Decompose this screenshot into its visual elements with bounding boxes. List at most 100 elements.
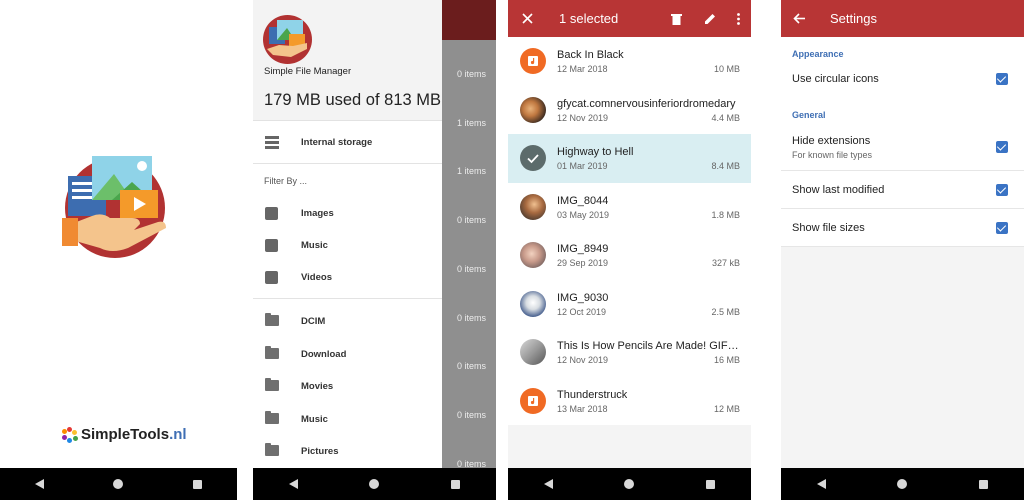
behind-item-count: 0 items	[456, 264, 486, 274]
video-library-icon	[265, 271, 279, 284]
system-nav-bar	[508, 468, 751, 500]
photo-thumbnail	[520, 193, 546, 220]
system-nav-bar	[0, 468, 237, 500]
file-name: Thunderstruck	[557, 388, 628, 401]
file-date: 13 Mar 2018	[557, 403, 608, 414]
drawer-item-label: Music	[301, 239, 328, 251]
drawer-item-label: Internal storage	[301, 136, 373, 148]
file-row[interactable]: IMG_9030 12 Oct 2019 2.5 MB	[508, 280, 751, 329]
folder-icon	[265, 411, 279, 425]
checkbox-checked[interactable]	[996, 222, 1008, 234]
setting-use-circular-icons[interactable]: Use circular icons	[781, 62, 1024, 98]
music-file-icon	[520, 48, 546, 74]
folder-icon	[265, 443, 279, 457]
drawer-item-label: Images	[301, 207, 334, 219]
file-name: Back In Black	[557, 49, 624, 61]
file-size: 12 MB	[713, 403, 740, 414]
file-row[interactable]: IMG_8044 03 May 2019 1.8 MB	[508, 183, 751, 232]
behind-item-count: 0 items	[456, 313, 486, 323]
nav-back-icon[interactable]	[543, 479, 553, 489]
folder-icon	[265, 378, 279, 392]
nav-home-icon[interactable]	[897, 479, 908, 489]
photo-thumbnail	[520, 242, 546, 268]
file-date: 12 Nov 2019	[557, 112, 609, 123]
drawer-header: Simple File Manager 179 MB used of 813 M…	[253, 0, 442, 121]
app-logo-icon	[263, 15, 312, 64]
settings-toolbar: Settings	[781, 0, 1024, 37]
file-row-selected[interactable]: Highway to Hell 01 Mar 2019 8.4 MB	[508, 134, 751, 183]
file-size: 10 MB	[713, 64, 740, 74]
splash-screen: SimpleTools .nl	[0, 0, 237, 500]
checkbox-checked[interactable]	[996, 184, 1008, 196]
drawer-item-folder-movies[interactable]: Movies	[253, 371, 442, 401]
nav-recents-icon[interactable]	[979, 479, 989, 489]
file-size: 2.5 MB	[711, 306, 740, 317]
nav-back-icon[interactable]	[34, 479, 44, 489]
drawer-item-label: DCIM	[301, 315, 326, 327]
nav-back-icon[interactable]	[288, 479, 298, 489]
file-name: IMG_8949	[557, 243, 609, 255]
file-size: 8.4 MB	[711, 161, 740, 171]
drawer-item-music[interactable]: Music	[253, 230, 442, 260]
drawer-item-internal-storage[interactable]: Internal storage	[253, 127, 442, 157]
behind-item-count: 0 items	[456, 361, 486, 371]
file-name: Highway to Hell	[557, 146, 634, 158]
selection-count: 1 selected	[559, 11, 619, 26]
file-row[interactable]: Thunderstruck 13 Mar 2018 12 MB	[508, 377, 751, 426]
brand-domain: .nl	[169, 426, 187, 443]
delete-icon[interactable]	[671, 13, 682, 25]
drawer-item-label: Download	[301, 348, 347, 360]
checkbox-checked[interactable]	[996, 73, 1008, 85]
drawer-item-label: Videos	[301, 271, 332, 283]
folder-icon	[265, 313, 279, 327]
more-options-icon[interactable]	[737, 12, 740, 25]
nav-recents-icon[interactable]	[706, 479, 716, 489]
nav-home-icon[interactable]	[113, 479, 124, 489]
app-name: Simple File Manager	[264, 66, 352, 77]
drawer-divider	[253, 163, 442, 164]
behind-item-count: 1 items	[456, 166, 486, 176]
file-size: 4.4 MB	[711, 112, 740, 123]
drawer-item-folder-music[interactable]: Music	[253, 404, 442, 434]
drawer-item-videos[interactable]: Videos	[253, 262, 442, 292]
file-date: 03 May 2019	[557, 209, 610, 220]
file-name: This Is How Pencils Are Made! GIF G...	[557, 340, 741, 352]
setting-label: Show last modified	[792, 184, 885, 196]
file-row[interactable]: IMG_8949 29 Sep 2019 327 kB	[508, 231, 751, 280]
setting-show-file-sizes[interactable]: Show file sizes	[781, 210, 1024, 247]
drawer-scrim[interactable]: 0 items 1 items 1 items 0 items 0 items …	[442, 0, 496, 469]
back-arrow-icon[interactable]	[793, 13, 806, 24]
section-appearance: Appearance	[792, 49, 844, 59]
scrim-toolbar	[442, 0, 496, 40]
nav-home-icon[interactable]	[624, 479, 635, 489]
file-row[interactable]: This Is How Pencils Are Made! GIF G... 1…	[508, 328, 751, 377]
setting-label: Use circular icons	[792, 73, 879, 85]
file-size: 16 MB	[713, 355, 740, 365]
setting-label: Show file sizes	[792, 222, 865, 234]
nav-home-icon[interactable]	[369, 479, 380, 489]
file-date: 29 Sep 2019	[557, 258, 609, 268]
checkbox-checked[interactable]	[996, 141, 1008, 153]
rename-pencil-icon[interactable]	[704, 13, 716, 25]
drawer-screen: 0 items 1 items 1 items 0 items 0 items …	[253, 0, 496, 500]
file-date: 12 Mar 2018	[557, 64, 608, 74]
drawer-item-folder-download[interactable]: Download	[253, 339, 442, 369]
drawer-item-folder-dcim[interactable]: DCIM	[253, 306, 442, 336]
photo-thumbnail	[520, 96, 546, 123]
setting-hide-extensions[interactable]: Hide extensions For known file types	[781, 123, 1024, 171]
nav-back-icon[interactable]	[816, 479, 826, 489]
selected-check-icon	[520, 145, 546, 171]
drawer-item-folder-pictures[interactable]: Pictures	[253, 436, 442, 466]
storage-icon	[265, 136, 279, 149]
setting-sublabel: For known file types	[792, 150, 873, 160]
nav-recents-icon[interactable]	[193, 479, 203, 489]
file-row[interactable]: gfycat.comnervousinferiordromedary 12 No…	[508, 86, 751, 135]
close-icon[interactable]	[522, 13, 533, 24]
setting-show-last-modified[interactable]: Show last modified	[781, 172, 1024, 209]
nav-recents-icon[interactable]	[451, 479, 461, 489]
drawer-item-label: Music	[301, 413, 328, 425]
page-title: Settings	[830, 11, 877, 26]
drawer-item-images[interactable]: Images	[253, 198, 442, 228]
behind-item-count: 0 items	[456, 215, 486, 225]
file-row[interactable]: Back In Black 12 Mar 2018 10 MB	[508, 37, 751, 86]
